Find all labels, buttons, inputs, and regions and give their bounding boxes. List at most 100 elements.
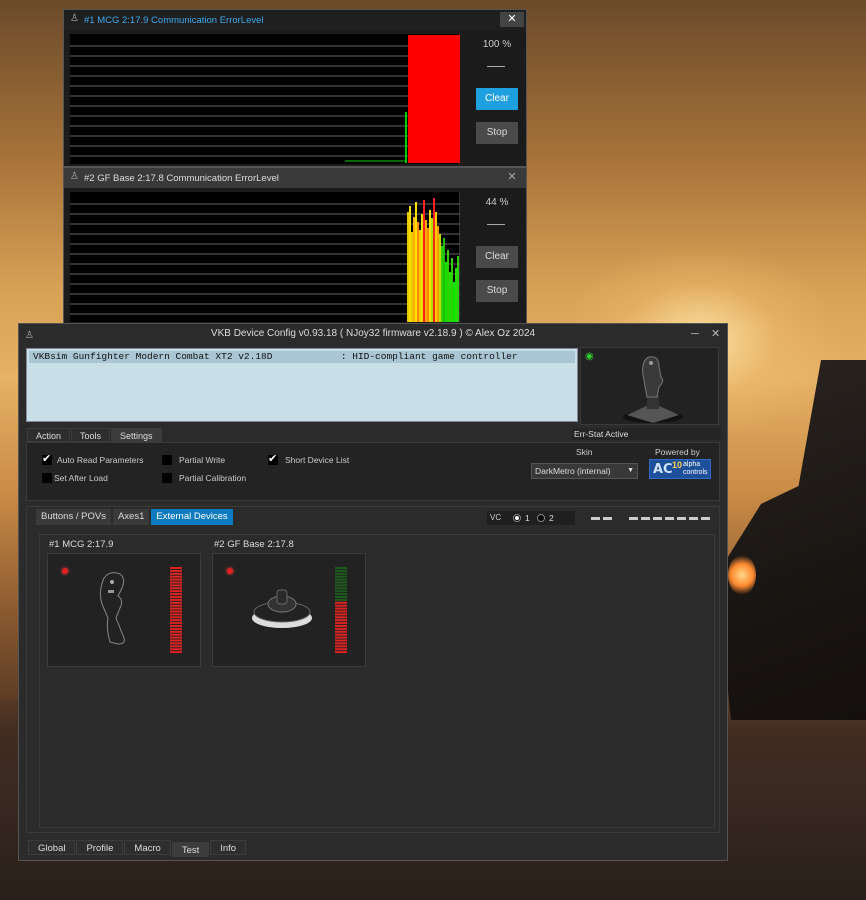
logo-text: alpha controls <box>683 461 708 476</box>
meter-segment <box>335 567 347 569</box>
error-bar <box>453 282 455 322</box>
close-button[interactable]: ✕ <box>500 12 524 27</box>
vc-radio-1[interactable] <box>513 514 521 522</box>
meter-segment <box>335 572 347 575</box>
status-led <box>62 568 68 574</box>
meter-segment <box>170 567 182 569</box>
error-bar <box>439 234 441 322</box>
meter-segment <box>335 610 347 613</box>
auto-read-label: Auto Read Parameters <box>57 455 144 465</box>
meter-segment <box>335 639 347 642</box>
error-window-titlebar[interactable]: ♙ #1 MCG 2:17.9 Communication ErrorLevel… <box>64 10 526 30</box>
joystick-icon: ♙ <box>70 171 79 182</box>
error-bar <box>411 232 413 322</box>
error-window-titlebar[interactable]: ♙ #2 GF Base 2:17.8 Communication ErrorL… <box>64 168 526 188</box>
partial-calibration-checkbox[interactable]: Partial Calibration <box>162 473 246 483</box>
tab-settings[interactable]: Settings <box>111 428 162 442</box>
checkbox-unchecked-icon <box>42 473 52 483</box>
meter-segment <box>335 578 347 581</box>
skin-label: Skin <box>576 447 593 457</box>
stop-button[interactable]: Stop <box>476 280 518 302</box>
tab-tools[interactable]: Tools <box>71 428 111 442</box>
main-window: ♙ VKB Device Config v0.93.18 ( NJoy32 fi… <box>18 323 728 861</box>
settings-panel: Auto Read Parameters Set After Load Part… <box>26 442 720 501</box>
joystick-icon: ♙ <box>25 330 34 341</box>
minimize-button[interactable]: ─ <box>691 324 699 344</box>
error-window-mcg: ♙ #1 MCG 2:17.9 Communication ErrorLevel… <box>63 9 527 167</box>
error-bar <box>447 250 449 322</box>
device-row[interactable]: VKBsim Gunfighter Modern Combat XT2 v2.1… <box>29 351 575 363</box>
close-button[interactable]: ✕ <box>500 170 524 185</box>
error-percent: 100 % <box>482 39 512 50</box>
partial-write-checkbox[interactable]: Partial Write <box>162 455 225 465</box>
vc-radio-2-label: 2 <box>549 513 554 523</box>
error-bar <box>415 202 417 322</box>
tab-axes1[interactable]: Axes1 <box>112 509 150 525</box>
partial-write-label: Partial Write <box>179 455 226 465</box>
tab-global[interactable]: Global <box>28 840 76 855</box>
tab-external-devices[interactable]: External Devices <box>151 509 233 525</box>
meter-segment <box>335 636 347 639</box>
window-title: VKB Device Config v0.93.18 ( NJoy32 firm… <box>210 328 536 339</box>
meter-segment <box>335 601 347 604</box>
meter-segment <box>170 619 182 622</box>
clear-button[interactable]: Clear <box>476 88 518 110</box>
device-card-gf-base[interactable] <box>212 553 366 667</box>
ok-bar <box>405 112 407 163</box>
checkbox-checked-icon <box>268 452 278 465</box>
meter-segment <box>170 645 182 648</box>
meter-segment <box>170 604 182 607</box>
device-list[interactable]: VKBsim Gunfighter Modern Combat XT2 v2.1… <box>26 348 578 422</box>
error-graph <box>70 34 460 164</box>
main-titlebar[interactable]: ♙ VKB Device Config v0.93.18 ( NJoy32 fi… <box>19 324 727 344</box>
test-area: Buttons / POVs Axes1 External Devices VC… <box>26 506 720 833</box>
meter-segment <box>170 648 182 651</box>
meter-segment <box>170 616 182 619</box>
tab-profile[interactable]: Profile <box>76 840 124 855</box>
tab-macro[interactable]: Macro <box>124 840 171 855</box>
set-after-load-checkbox[interactable]: Set After Load <box>42 473 108 483</box>
device-card-title: #2 GF Base 2:17.8 <box>214 539 294 550</box>
meter-segment <box>335 587 347 590</box>
tab-action[interactable]: Action <box>27 428 71 442</box>
skin-select[interactable]: DarkMetro (internal) ▼ <box>531 463 638 479</box>
meter-segment <box>170 601 182 604</box>
alpha-controls-logo[interactable]: AC 10 alpha controls <box>649 459 711 479</box>
error-bar <box>423 200 425 322</box>
tab-buttons-povs[interactable]: Buttons / POVs <box>36 509 111 525</box>
vc-radio-2[interactable] <box>537 514 545 522</box>
error-bar <box>455 268 457 322</box>
device-card-mcg[interactable] <box>47 553 201 667</box>
status-dashes-long <box>629 517 710 520</box>
background-afterburner <box>728 555 756 595</box>
error-bar <box>409 206 411 322</box>
meter-segment <box>335 598 347 601</box>
meter-segment <box>170 610 182 613</box>
powered-by-label: Powered by <box>655 447 700 457</box>
auto-read-checkbox[interactable]: Auto Read Parameters <box>42 452 144 465</box>
logo-mark: AC <box>653 462 673 477</box>
tab-test[interactable]: Test <box>171 842 210 857</box>
clear-button[interactable]: Clear <box>476 246 518 268</box>
meter-segment <box>170 569 182 572</box>
stop-button[interactable]: Stop <box>476 122 518 144</box>
error-bar <box>457 256 459 322</box>
meter-segment <box>170 596 182 598</box>
error-bar <box>451 258 453 322</box>
meter-segment <box>170 636 182 639</box>
meter-segment <box>335 619 347 622</box>
close-button[interactable]: ✕ <box>711 324 720 344</box>
config-tabs: Action Tools Settings <box>27 428 163 442</box>
meter-segment <box>170 633 182 636</box>
meter-segment <box>335 622 347 625</box>
eye-icon[interactable]: ◉ <box>585 351 594 362</box>
logo-number: 10 <box>672 460 683 470</box>
meter-segment <box>335 645 347 648</box>
set-after-load-label: Set After Load <box>54 473 108 483</box>
bottom-tabs: Global Profile Macro Test Info <box>28 840 247 857</box>
meter-segment <box>335 581 347 584</box>
meter-segment <box>170 622 182 625</box>
gf-base-image <box>252 589 312 628</box>
short-device-list-checkbox[interactable]: Short Device List <box>268 452 349 465</box>
tab-info[interactable]: Info <box>210 840 247 855</box>
